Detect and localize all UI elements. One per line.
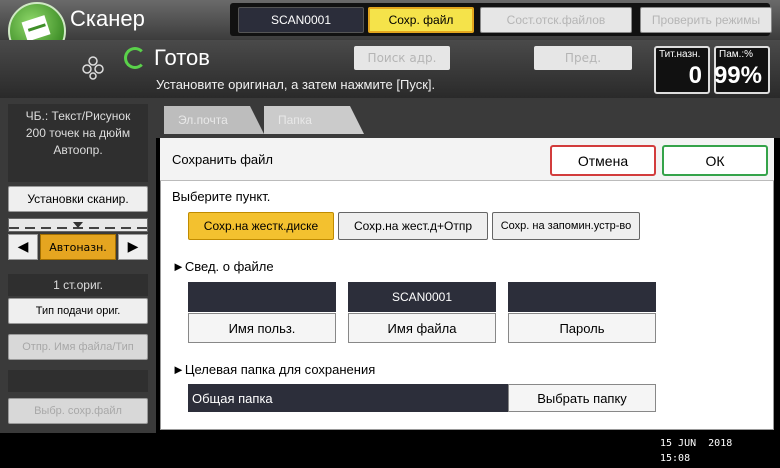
- send-status-button[interactable]: Сост.отск.файлов: [480, 7, 632, 33]
- choose-item-label: Выберите пункт.: [172, 189, 271, 204]
- destination-counter: Тит.назн. 0: [654, 46, 710, 94]
- auto-density-button[interactable]: Автоназн.: [40, 234, 116, 260]
- date-text: 15 JUN 2018: [660, 438, 733, 449]
- job-list-icon[interactable]: [80, 56, 106, 80]
- select-stored-file-button[interactable]: Выбр. сохр.файл: [8, 398, 148, 424]
- send-file-name-button[interactable]: Отпр. Имя файла/Тип: [8, 334, 148, 360]
- original-count: 1 ст.ориг.: [8, 274, 148, 296]
- time-text: 15:08: [660, 453, 691, 464]
- app-title: Сканер: [70, 6, 145, 31]
- memory-counter: Пам.:% 99%: [714, 46, 770, 94]
- ok-button[interactable]: ОК: [662, 145, 768, 176]
- file-info-label: ►Свед. о файле: [172, 259, 274, 274]
- user-name-field: [188, 282, 336, 312]
- option-store-hdd[interactable]: Сохр.на жестк.диске: [188, 212, 334, 240]
- feed-type-button[interactable]: Тип подачи ориг.: [8, 298, 148, 324]
- left-panel-blank: [8, 370, 148, 392]
- ready-status-icon: [124, 47, 146, 69]
- scan-name-button[interactable]: SCAN0001: [238, 7, 364, 33]
- option-store-memory-device[interactable]: Сохр. на запомин.устр-во: [492, 212, 640, 240]
- scan-mode-text: ЧБ.: Текст/Рисунок: [25, 109, 131, 123]
- preview-button[interactable]: Пред.: [534, 46, 632, 70]
- password-field: [508, 282, 656, 312]
- ready-status-text: Готов: [154, 45, 210, 70]
- status-message: Установите оригинал, а затем нажмите [Пу…: [156, 77, 436, 92]
- size-text: Автоопр.: [53, 143, 103, 157]
- save-file-button[interactable]: Сохр. файл: [368, 7, 474, 33]
- scan-settings-button[interactable]: Установки сканир.: [8, 186, 148, 212]
- target-folder-label: ►Целевая папка для сохранения: [172, 362, 376, 377]
- destination-counter-value: 0: [688, 62, 702, 89]
- dialog-title: Сохранить файл: [172, 152, 273, 167]
- tab-folder[interactable]: Папка: [264, 106, 364, 134]
- search-address-button[interactable]: Поиск адр.: [354, 46, 450, 70]
- file-name-field: SCAN0001: [348, 282, 496, 312]
- density-increase-button[interactable]: ▶: [118, 234, 148, 260]
- destination-counter-label: Тит.назн.: [659, 49, 701, 60]
- cancel-button[interactable]: Отмена: [550, 145, 656, 176]
- password-button[interactable]: Пароль: [508, 313, 656, 343]
- scan-settings-summary: ЧБ.: Текст/Рисунок 200 точек на дюйм Авт…: [8, 104, 148, 182]
- option-store-hdd-send[interactable]: Сохр.на жест.д+Отпр: [338, 212, 488, 240]
- user-name-button[interactable]: Имя польз.: [188, 313, 336, 343]
- file-name-button[interactable]: Имя файла: [348, 313, 496, 343]
- target-folder-value: Общая папка: [188, 384, 508, 412]
- density-scale: [8, 218, 148, 232]
- select-folder-button[interactable]: Выбрать папку: [508, 384, 656, 412]
- memory-counter-label: Пам.:%: [719, 49, 754, 60]
- memory-counter-value: 99%: [713, 62, 762, 89]
- check-modes-button[interactable]: Проверить режимы: [640, 7, 772, 33]
- density-decrease-button[interactable]: ◀: [8, 234, 38, 260]
- resolution-text: 200 точек на дюйм: [25, 126, 131, 140]
- tab-email[interactable]: Эл.почта: [164, 106, 264, 134]
- date-time: 15 JUN 2018 15:08: [660, 436, 732, 466]
